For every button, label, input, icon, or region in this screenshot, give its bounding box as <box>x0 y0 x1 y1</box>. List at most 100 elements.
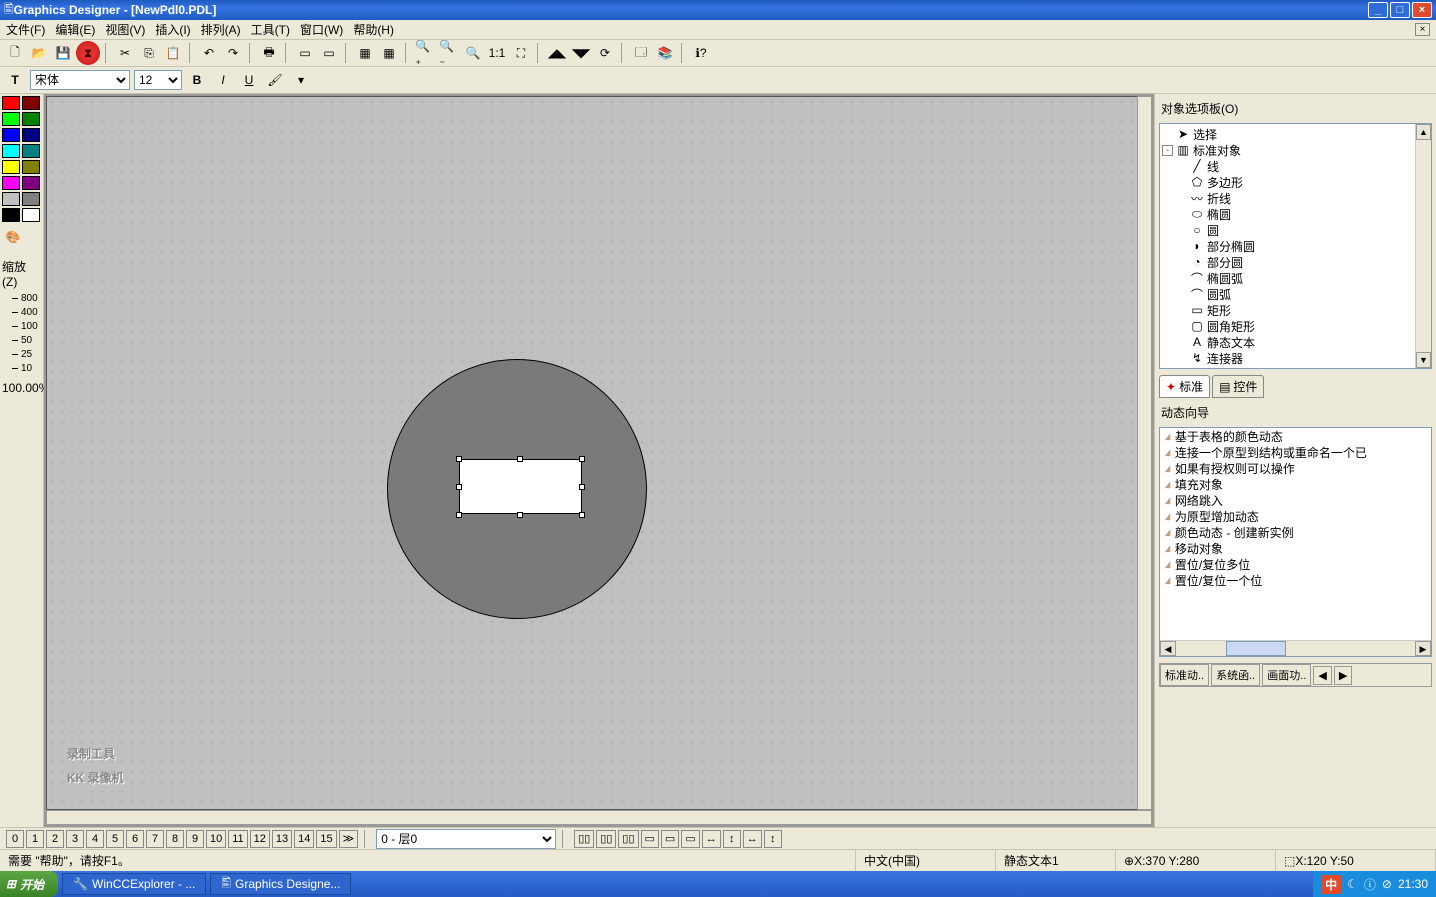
redo-button[interactable]: ↷ <box>222 42 244 64</box>
menu-edit[interactable]: 编辑(E) <box>55 21 95 38</box>
tray-icon[interactable]: ☾ <box>1347 877 1358 891</box>
more-colors-button[interactable]: 🎨 <box>2 226 24 248</box>
copy-button[interactable]: ⎘ <box>138 42 160 64</box>
swatch[interactable] <box>22 176 40 190</box>
wizard-item[interactable]: 基于表格的颜色动态 <box>1160 428 1431 444</box>
layer-7[interactable]: 7 <box>146 830 164 848</box>
selection-handle[interactable] <box>579 456 585 462</box>
align-center-v[interactable]: ▭ <box>661 830 679 848</box>
zoom-tick[interactable]: 50 <box>12 333 41 347</box>
tree-rect[interactable]: ▭矩形 <box>1162 302 1429 318</box>
tree-vscrollbar[interactable]: ▲▼ <box>1415 124 1431 368</box>
open-button[interactable]: 📂 <box>28 42 50 64</box>
tree-circlearc[interactable]: ⌒圆弧 <box>1162 286 1429 302</box>
taskbar-item-designer[interactable]: 🖺Graphics Designe... <box>210 873 351 895</box>
layer-14[interactable]: 14 <box>294 830 314 848</box>
swatch[interactable] <box>22 160 40 174</box>
selection-handle[interactable] <box>456 512 462 518</box>
tree-partellipse[interactable]: ◗部分椭圆 <box>1162 238 1429 254</box>
maximize-button[interactable]: □ <box>1390 2 1410 18</box>
selection-handle[interactable] <box>579 484 585 490</box>
tab-controls[interactable]: ▤控件 <box>1212 375 1264 398</box>
menu-window[interactable]: 窗口(W) <box>300 21 343 38</box>
swatch[interactable] <box>2 176 20 190</box>
menu-help[interactable]: 帮助(H) <box>353 21 394 38</box>
layer-0[interactable]: 0 <box>6 830 24 848</box>
align-center-h[interactable]: ▯▯ <box>596 830 616 848</box>
help-button[interactable]: ℹ? <box>690 42 712 64</box>
wizard-item[interactable]: 连接一个原型到结构或重命名一个已 <box>1160 444 1431 460</box>
selection-handle[interactable] <box>456 456 462 462</box>
align-left[interactable]: ▯▯ <box>574 830 594 848</box>
tray-icon[interactable]: ⓘ <box>1364 876 1376 893</box>
wizard-item[interactable]: 颜色动态 - 创建新实例 <box>1160 524 1431 540</box>
swatch[interactable] <box>2 112 20 126</box>
layer-3[interactable]: 3 <box>66 830 84 848</box>
underline-button[interactable]: U <box>238 69 260 91</box>
wizard-tab-sys[interactable]: 系统函.. <box>1211 664 1260 686</box>
align-top[interactable]: ▭ <box>641 830 659 848</box>
tray-icon[interactable]: ⊘ <box>1382 877 1392 891</box>
tab-standard[interactable]: ✦标准 <box>1159 375 1210 398</box>
runtime-button[interactable]: ⧗ <box>76 41 100 65</box>
print-button[interactable]: 🖶 <box>258 42 280 64</box>
wizard-item[interactable]: 如果有授权则可以操作 <box>1160 460 1431 476</box>
tree-partcircle[interactable]: ◔部分圆 <box>1162 254 1429 270</box>
align-bottom[interactable]: ▭ <box>681 830 699 848</box>
dropdown-button[interactable]: ▾ <box>290 69 312 91</box>
same-width[interactable]: ↔ <box>743 830 762 848</box>
tool-b-button[interactable]: ▭ <box>318 42 340 64</box>
paste-button[interactable]: 📋 <box>162 42 184 64</box>
wizard-tab-right[interactable]: ▶ <box>1334 666 1352 685</box>
zoom-fit-button[interactable]: 🔍 <box>462 42 484 64</box>
mdi-close-button[interactable]: × <box>1415 23 1430 36</box>
tree-roundrect[interactable]: ▢圆角矩形 <box>1162 318 1429 334</box>
italic-button[interactable]: I <box>212 69 234 91</box>
layer-13[interactable]: 13 <box>272 830 292 848</box>
swatch[interactable] <box>2 144 20 158</box>
menu-file[interactable]: 文件(F) <box>6 21 45 38</box>
props-button[interactable]: 🗔 <box>630 42 652 64</box>
tree-ellipsearc[interactable]: ⌒椭圆弧 <box>1162 270 1429 286</box>
system-tray[interactable]: 中 ☾ ⓘ ⊘ 21:30 <box>1313 871 1436 897</box>
taskbar-item-wincc[interactable]: 🔧WinCCExplorer - ... <box>62 873 206 895</box>
layer-select[interactable]: 0 - 层0 <box>376 829 556 849</box>
grid-button[interactable]: ▦ <box>354 42 376 64</box>
rotate-button[interactable]: ⟳ <box>594 42 616 64</box>
selection-handle[interactable] <box>517 456 523 462</box>
tree-ellipse[interactable]: ⬭椭圆 <box>1162 206 1429 222</box>
menu-view[interactable]: 视图(V) <box>105 21 145 38</box>
layer-1[interactable]: 1 <box>26 830 44 848</box>
static-text-rectangle[interactable] <box>459 459 582 514</box>
ime-button[interactable]: 中 <box>1321 875 1341 894</box>
zoom-in-button[interactable]: 🔍₊ <box>414 42 436 64</box>
cut-button[interactable]: ✂ <box>114 42 136 64</box>
mirror-v-button[interactable]: ◥◤ <box>570 42 592 64</box>
tree-group[interactable]: -▥标准对象 <box>1162 142 1429 158</box>
zoom-tick[interactable]: 800 <box>12 291 41 305</box>
wizard-item[interactable]: 网络跳入 <box>1160 492 1431 508</box>
wizard-item[interactable]: 置位/复位多位 <box>1160 556 1431 572</box>
canvas-vscrollbar[interactable] <box>1137 96 1152 810</box>
wizard-item[interactable]: 置位/复位一个位 <box>1160 572 1431 588</box>
swatch[interactable] <box>22 192 40 206</box>
menu-arrange[interactable]: 排列(A) <box>201 21 241 38</box>
layer-8[interactable]: 8 <box>166 830 184 848</box>
zoom-tick[interactable]: 10 <box>12 361 41 375</box>
layer-10[interactable]: 10 <box>206 830 226 848</box>
close-button[interactable]: × <box>1412 2 1432 18</box>
layer-9[interactable]: 9 <box>186 830 204 848</box>
swatch[interactable] <box>22 96 40 110</box>
swatch[interactable] <box>22 144 40 158</box>
tree-statictext[interactable]: A静态文本 <box>1162 334 1429 350</box>
fill-button[interactable]: 🖌 <box>264 69 286 91</box>
layer-4[interactable]: 4 <box>86 830 104 848</box>
wizard-item[interactable]: 填充对象 <box>1160 476 1431 492</box>
minimize-button[interactable]: _ <box>1368 2 1388 18</box>
wizard-hscrollbar[interactable]: ◀▶ <box>1160 640 1431 656</box>
selection-handle[interactable] <box>456 484 462 490</box>
zoom-out-button[interactable]: 🔍₋ <box>438 42 460 64</box>
tree-polyline[interactable]: 〰折线 <box>1162 190 1429 206</box>
swatch[interactable] <box>2 96 20 110</box>
new-button[interactable]: 🗋 <box>4 42 26 64</box>
